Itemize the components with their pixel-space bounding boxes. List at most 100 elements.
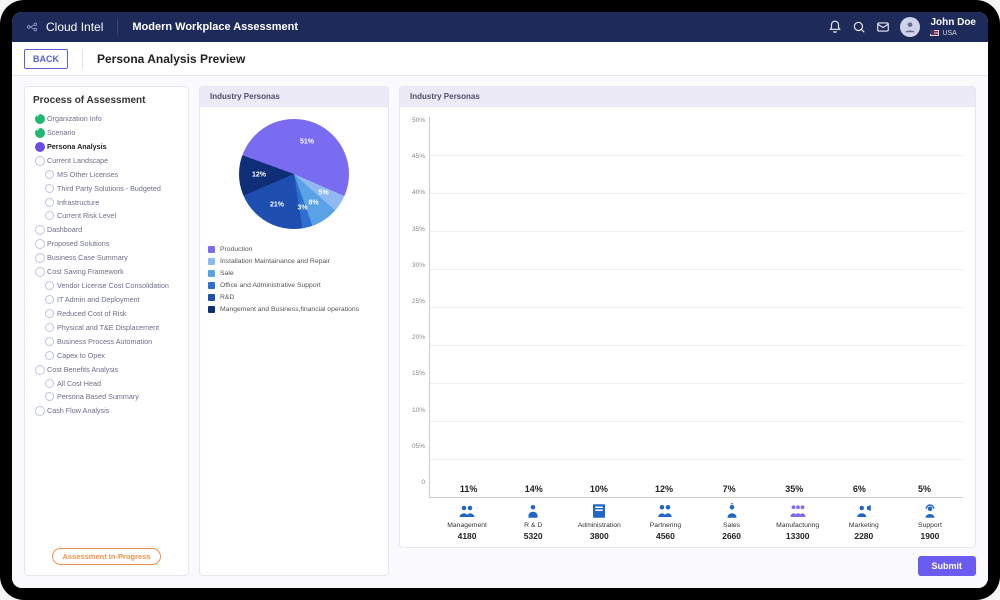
bar-category: Manufacturing 13300 (765, 498, 831, 541)
bar-category: Marketing2280 (831, 498, 897, 541)
y-tick: 50% (412, 117, 425, 124)
persona-icon (458, 502, 476, 520)
bar-category: Sales 2660 (699, 498, 765, 541)
sidebar-step[interactable]: Cost Saving Framework (33, 265, 180, 279)
sidebar-step[interactable]: Cash Flow Analysis (33, 404, 180, 418)
legend-item: Production (208, 243, 380, 255)
bar: 7% (697, 484, 762, 497)
y-tick: 35% (412, 226, 425, 233)
category-label: Sales (723, 522, 740, 529)
category-count: 4560 (656, 531, 675, 541)
bar-value-label: 6% (853, 484, 866, 494)
bar-category: Administration 3800 (566, 498, 632, 541)
pie-slice-label: 21% (270, 201, 284, 208)
category-count: 1900 (920, 531, 939, 541)
persona-icon (590, 502, 608, 520)
pie-slice-label: 5% (318, 189, 328, 196)
sidebar-step[interactable]: Scenario (33, 126, 180, 140)
bar-categories: Management 4180 R & D 5320 Administration 380… (434, 498, 963, 541)
category-count: 3800 (590, 531, 609, 541)
legend-item: R&D (208, 291, 380, 303)
y-tick: 10% (412, 407, 425, 414)
bell-icon[interactable] (828, 20, 842, 34)
persona-icon (921, 502, 939, 520)
back-button[interactable]: BACK (24, 49, 68, 69)
category-label: Management (447, 522, 487, 529)
bar-category: R & D 5320 (500, 498, 566, 541)
sidebar-step[interactable]: Persona Based Summary (33, 390, 180, 404)
bar-value-label: 35% (785, 484, 803, 494)
persona-icon (524, 502, 542, 520)
bar-value-label: 12% (655, 484, 673, 494)
sidebar-step[interactable]: Third Party Solutions - Budgeted (33, 182, 180, 196)
avatar[interactable] (900, 17, 920, 37)
y-tick: 05% (412, 443, 425, 450)
bar: 35% (762, 484, 827, 497)
assessment-sidebar: Process of Assessment Organization InfoS… (24, 86, 189, 576)
bar-y-axis: 50%45%40%35%30%25%20%15%10%05%0 (412, 117, 429, 498)
legend-item: Office and Administrative Support (208, 279, 380, 291)
category-label: Partnering (650, 522, 681, 529)
sidebar-step[interactable]: Dashboard (33, 223, 180, 237)
y-tick: 40% (412, 189, 425, 196)
sidebar-step[interactable]: Proposed Solutions (33, 237, 180, 251)
sidebar-step[interactable]: Business Case Summary (33, 251, 180, 265)
persona-icon (656, 502, 674, 520)
top-bar: Cloud Intel Modern Workplace Assessment … (12, 12, 988, 42)
sidebar-step[interactable]: Current Risk Level (33, 209, 180, 223)
mail-icon[interactable] (876, 20, 890, 34)
category-count: 4180 (458, 531, 477, 541)
category-count: 13300 (786, 531, 810, 541)
category-count: 2660 (722, 531, 741, 541)
persona-icon (723, 502, 741, 520)
assessment-step-list: Organization InfoScenarioPersona Analysi… (33, 112, 180, 542)
sidebar-step[interactable]: Reduced Cost of Risk (33, 307, 180, 321)
legend-item: Sale (208, 267, 380, 279)
sidebar-step[interactable]: Persona Analysis (33, 140, 180, 154)
user-location: USA (930, 30, 976, 37)
category-label: Manufacturing (776, 522, 819, 529)
category-count: 5320 (524, 531, 543, 541)
y-tick: 0 (421, 479, 425, 486)
category-label: R & D (524, 522, 542, 529)
bar-value-label: 5% (918, 484, 931, 494)
category-count: 2280 (854, 531, 873, 541)
pie-chart-panel: Industry Personas 51%5%8%3%21%12% Produc… (199, 86, 389, 576)
y-tick: 45% (412, 153, 425, 160)
sidebar-step[interactable]: Infrastructure (33, 196, 180, 210)
sidebar-step[interactable]: Current Landscape (33, 154, 180, 168)
panel-title: Industry Personas (200, 87, 388, 107)
bar-value-label: 14% (525, 484, 543, 494)
bar-value-label: 7% (723, 484, 736, 494)
y-tick: 25% (412, 298, 425, 305)
sidebar-step[interactable]: MS Other Licenses (33, 168, 180, 182)
legend-item: Mangement and Business,financial operati… (208, 303, 380, 315)
sidebar-step[interactable]: Cost Benefits Analysis (33, 363, 180, 377)
pie-slice-label: 3% (298, 204, 308, 211)
bar-value-label: 10% (590, 484, 608, 494)
bar: 5% (892, 484, 957, 497)
sidebar-step[interactable]: Business Process Automation (33, 335, 180, 349)
sidebar-step[interactable]: Organization Info (33, 112, 180, 126)
sidebar-step[interactable]: Capex to Opex (33, 349, 180, 363)
bar: 14% (501, 484, 566, 497)
sidebar-step[interactable]: Vendor License Cost Consolidation (33, 279, 180, 293)
app-title: Modern Workplace Assessment (132, 21, 298, 33)
sidebar-step[interactable]: Physical and T&E Displacement (33, 321, 180, 335)
pie-slice-label: 51% (300, 138, 314, 145)
pie-legend: ProductionInstallation Maintainance and … (208, 243, 380, 315)
sidebar-step[interactable]: All Cost Head (33, 377, 180, 391)
sidebar-step[interactable]: IT Admin and Deployment (33, 293, 180, 307)
bar: 6% (827, 484, 892, 497)
submit-button[interactable]: Submit (918, 556, 977, 576)
category-label: Administration (578, 522, 621, 529)
brand-logo: Cloud Intel (24, 19, 118, 35)
sub-header: BACK Persona Analysis Preview (12, 42, 988, 76)
bar: 10% (566, 484, 631, 497)
user-name: John Doe (930, 18, 976, 28)
persona-icon (855, 502, 873, 520)
bar-category: Support 1900 (897, 498, 963, 541)
bar-category: Management 4180 (434, 498, 500, 541)
category-label: Support (918, 522, 942, 529)
search-icon[interactable] (852, 20, 866, 34)
